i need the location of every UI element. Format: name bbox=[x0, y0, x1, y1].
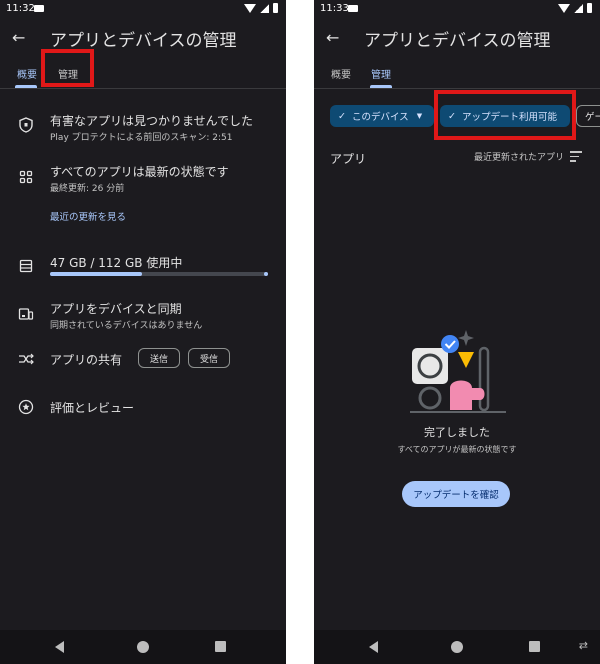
tab-manage[interactable]: 管理 bbox=[371, 66, 391, 81]
mail-icon bbox=[34, 5, 44, 12]
back-arrow-icon[interactable]: ← bbox=[12, 28, 25, 47]
all-done-title: 完了しました bbox=[424, 426, 490, 439]
page-title: アプリとデバイスの管理 bbox=[364, 31, 551, 51]
storage-title[interactable]: 47 GB / 112 GB 使用中 bbox=[50, 254, 182, 271]
nav-back-icon[interactable] bbox=[369, 641, 378, 653]
filter-chip-games[interactable]: ゲー bbox=[576, 105, 600, 127]
play-protect-title[interactable]: 有害なアプリは見つかりませんでした bbox=[50, 112, 253, 129]
status-time: 11:33 bbox=[320, 3, 349, 14]
signal-icon bbox=[260, 3, 269, 13]
tab-overview[interactable]: 概要 bbox=[331, 66, 351, 81]
nav-home-icon[interactable] bbox=[451, 641, 463, 653]
system-nav-bar: ⇄ bbox=[314, 630, 600, 664]
sort-label[interactable]: 最近更新されたアプリ bbox=[474, 150, 564, 163]
status-icons bbox=[244, 3, 278, 13]
wifi-icon bbox=[558, 3, 570, 13]
star-circle-icon bbox=[18, 399, 34, 415]
nav-home-icon[interactable] bbox=[137, 641, 149, 653]
tab-overview[interactable]: 概要 bbox=[17, 66, 37, 81]
wifi-icon bbox=[244, 3, 256, 13]
storage-progress-bar bbox=[50, 272, 268, 276]
send-button[interactable]: 送信 bbox=[138, 348, 180, 368]
sync-subtitle: 同期されているデバイスはありません bbox=[50, 321, 203, 331]
status-time: 11:32 bbox=[6, 3, 35, 14]
share-apps-icon bbox=[19, 353, 34, 365]
receive-button[interactable]: 受信 bbox=[188, 348, 230, 368]
battery-icon bbox=[587, 3, 592, 13]
active-tab-indicator bbox=[15, 85, 37, 88]
updates-subtitle: 最終更新: 26 分前 bbox=[50, 184, 125, 194]
mail-icon bbox=[348, 5, 358, 12]
tab-bar: 概要 管理 bbox=[314, 58, 600, 89]
updates-title[interactable]: すべてのアプリは最新の状態です bbox=[50, 163, 229, 180]
all-done-illustration bbox=[410, 330, 506, 413]
chip-label: このデバイス bbox=[351, 112, 409, 123]
page-title: アプリとデバイスの管理 bbox=[50, 31, 237, 51]
dropdown-arrow-icon: ▼ bbox=[416, 112, 423, 120]
nav-recents-icon[interactable] bbox=[529, 641, 540, 652]
storage-progress-fill bbox=[50, 272, 142, 276]
rotate-screen-icon[interactable]: ⇄ bbox=[579, 639, 588, 652]
shield-icon bbox=[19, 117, 33, 133]
back-arrow-icon[interactable]: ← bbox=[326, 28, 339, 47]
share-title: アプリの共有 bbox=[50, 353, 123, 367]
status-icons bbox=[558, 3, 592, 13]
ratings-reviews-title[interactable]: 評価とレビュー bbox=[50, 399, 134, 416]
sort-icon[interactable] bbox=[570, 151, 582, 165]
app-bar: ← アプリとデバイスの管理 bbox=[314, 18, 600, 58]
filter-chip-this-device[interactable]: ✓ このデバイス ▼ bbox=[330, 105, 434, 127]
all-done-subtitle: すべてのアプリが最新の状態です bbox=[397, 445, 517, 454]
status-bar: 11:32 bbox=[0, 0, 286, 18]
play-protect-subtitle: Play プロテクトによる前回のスキャン: 2:51 bbox=[50, 133, 233, 143]
devices-icon bbox=[18, 308, 34, 320]
nav-recents-icon[interactable] bbox=[215, 641, 226, 652]
right-screen: 11:33 ← アプリとデバイスの管理 概要 管理 ✓ このデバイス ▼ ✓ ア… bbox=[314, 0, 600, 664]
recent-updates-link[interactable]: 最近の更新を見る bbox=[50, 209, 126, 223]
left-screen: 11:32 ← アプリとデバイスの管理 概要 管理 有害なアプリは見つかりません… bbox=[0, 0, 286, 664]
highlight-box-manage-tab bbox=[41, 49, 94, 87]
check-icon: ✓ bbox=[338, 110, 346, 122]
system-nav-bar bbox=[0, 630, 286, 664]
chip-label: ゲー bbox=[585, 112, 600, 123]
storage-icon bbox=[19, 259, 33, 273]
status-bar: 11:33 bbox=[314, 0, 600, 18]
active-tab-indicator bbox=[370, 85, 392, 88]
highlight-box-updates-chip bbox=[434, 90, 576, 140]
apps-grid-icon bbox=[19, 170, 33, 184]
sync-title[interactable]: アプリをデバイスと同期 bbox=[50, 300, 182, 317]
battery-icon bbox=[273, 3, 278, 13]
nav-back-icon[interactable] bbox=[55, 641, 64, 653]
check-updates-button[interactable]: アップデートを確認 bbox=[402, 481, 510, 507]
apps-section-title: アプリ bbox=[330, 152, 367, 166]
signal-icon bbox=[574, 3, 583, 13]
storage-progress-end bbox=[264, 272, 268, 276]
